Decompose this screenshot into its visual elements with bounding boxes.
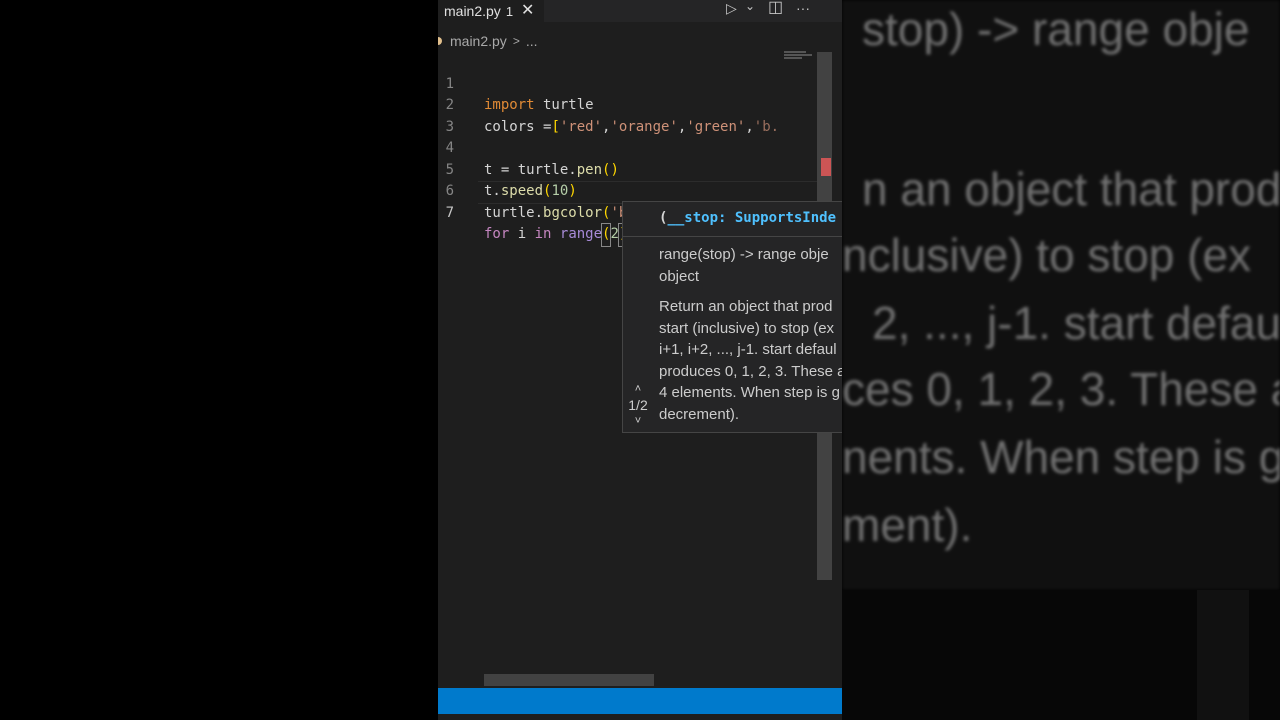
left-letterbox [0, 0, 438, 720]
chevron-down-icon[interactable]: ⌄ [745, 0, 755, 16]
code-editor[interactable]: 1 import turtle 2 colors =['red','orange… [438, 52, 818, 247]
error-marker [821, 158, 831, 176]
doc-paragraph: range(stop) -> range obje object [659, 244, 842, 287]
bg-zoom-line: 2, ..., j-1. start defau [872, 297, 1280, 349]
code-line: 1 import turtle [438, 52, 818, 114]
popup-divider [623, 236, 842, 237]
bottom-strip [438, 714, 842, 720]
overload-count: 1/2 [628, 397, 648, 413]
split-editor-icon[interactable]: ◫ [768, 0, 783, 18]
bg-zoom-line: stop) -> range obje [862, 3, 1250, 55]
tab-bar: main2.py 1 ✕ ▷ ⌄ ◫ ··· [438, 0, 842, 22]
doc-line: 4 elements. When step is g [659, 384, 840, 401]
bg-zoom-line: nclusive) to stop (ex [842, 229, 1252, 281]
doc-paragraph: Return an object that prod start (inclus… [659, 296, 842, 425]
modified-dot-icon [438, 37, 442, 45]
code-line: 7 for i in range(2) [438, 181, 818, 247]
active-parameter: __stop: SupportsInde [667, 210, 837, 226]
tab-main2-py[interactable]: main2.py 1 ✕ [438, 0, 544, 22]
function-name: range [559, 226, 603, 242]
code-line: 6 turtle.bgcolor('black') [438, 160, 818, 221]
code-line: 4 t = turtle.pen() [438, 117, 818, 178]
doc-line: i+1, i+2, ..., j-1. start defaul [659, 341, 837, 358]
doc-line: range(stop) -> range obje [659, 246, 829, 263]
background-zoom: stop) -> range obje n an object that pro… [842, 0, 1280, 590]
editor-window: main2.py 1 ✕ ▷ ⌄ ◫ ··· main2.py > ... 1 … [438, 0, 842, 720]
chevron-up-icon[interactable]: ˄ [623, 382, 653, 396]
tab-problem-count: 1 [505, 3, 514, 19]
doc-line: Return an object that prod [659, 298, 833, 315]
more-actions-icon[interactable]: ··· [796, 0, 810, 18]
background-bottom [842, 590, 1280, 720]
chevron-right-icon: > [512, 34, 520, 48]
identifier: turtle. [484, 204, 544, 221]
keyword: for [484, 226, 510, 242]
code-line: 2 colors =['red','orange','green','b. [438, 74, 818, 135]
horizontal-scrollbar-thumb[interactable] [484, 674, 654, 686]
line-number: 7 [445, 204, 454, 221]
signature-label: (__stop: SupportsInde [659, 210, 836, 226]
bg-zoom-line: ment). [842, 499, 973, 551]
chevron-down-icon[interactable]: ˅ [623, 414, 653, 428]
status-bar [438, 688, 842, 714]
function-name: bgcolor [543, 204, 603, 221]
bg-zoom-line: nents. When step is g [842, 431, 1280, 483]
signature-help-popup: (__stop: SupportsInde range(stop) -> ran… [622, 201, 842, 433]
number-literal: 2 [610, 226, 619, 242]
signature-documentation: range(stop) -> range obje object Return a… [659, 244, 842, 432]
bg-zoom-line: ces 0, 1, 2, 3. These a [842, 363, 1280, 415]
background-bar [1197, 590, 1249, 720]
doc-line: start (inclusive) to stop (ex [659, 319, 835, 337]
keyword: in [534, 226, 552, 242]
breadcrumb: main2.py > ... [438, 30, 842, 52]
overload-pager: ˄ 1/2 ˅ [623, 382, 653, 428]
doc-line: object [659, 267, 700, 285]
identifier: i [509, 226, 535, 242]
close-icon[interactable]: ✕ [521, 0, 534, 22]
bg-zoom-line: n an object that prod [862, 163, 1280, 215]
tab-label: main2.py [444, 3, 501, 19]
line-source: for i in range(2) [484, 223, 629, 247]
breadcrumb-file[interactable]: main2.py [450, 33, 507, 49]
doc-line: decrement). [659, 405, 740, 423]
breadcrumb-ellipsis[interactable]: ... [526, 33, 538, 49]
doc-line: produces 0, 1, 2, 3. These a [659, 362, 842, 380]
run-icon[interactable]: ▷ [726, 0, 737, 18]
code-line: 3 [438, 95, 818, 135]
code-line: 5 t.speed(10) [438, 138, 818, 200]
